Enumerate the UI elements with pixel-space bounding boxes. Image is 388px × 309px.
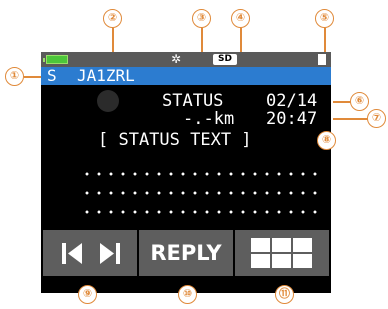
callout-1-leader <box>24 76 41 78</box>
callout-5: ⑤ <box>315 9 334 28</box>
menu-grid-icon <box>251 238 313 268</box>
button-bar: REPLY <box>41 227 331 293</box>
satellite-icon: ✲ <box>171 52 182 66</box>
callout-1: ① <box>5 67 24 86</box>
date: 02/14 <box>266 91 318 111</box>
message-line-2 <box>81 191 321 195</box>
callout-10: ⑩ <box>178 285 197 304</box>
prev-next-icon <box>62 243 120 264</box>
callout-9: ⑨ <box>78 285 97 304</box>
callout-8: ⑧ <box>317 131 336 150</box>
status-text: [ STATUS TEXT ] <box>98 130 252 150</box>
menu-button[interactable] <box>235 230 329 276</box>
reply-button[interactable]: REPLY <box>139 230 233 276</box>
sd-card-icon: SD <box>213 54 237 65</box>
prev-next-button[interactable] <box>43 230 137 276</box>
title-bar: S JA1ZRL <box>41 67 331 85</box>
document-icon <box>318 54 326 65</box>
callout-4: ④ <box>231 9 250 28</box>
device-screen: ✲ SD S JA1ZRL STATUS 02/14 -.-km 20:47 [… <box>41 52 331 293</box>
distance: -.-km <box>183 109 235 129</box>
callsign: JA1ZRL <box>77 66 135 85</box>
message-line-1 <box>81 172 321 176</box>
callout-6-leader <box>333 101 351 103</box>
status-label: STATUS <box>162 91 224 111</box>
time: 20:47 <box>266 109 318 129</box>
battery-icon <box>43 55 68 64</box>
callout-7: ⑦ <box>367 109 386 128</box>
reply-label: REPLY <box>150 241 222 265</box>
avatar <box>97 90 119 112</box>
callout-2: ② <box>103 9 122 28</box>
callout-3: ③ <box>192 9 211 28</box>
mode-indicator: S <box>47 66 57 85</box>
message-line-3 <box>81 210 321 214</box>
callout-6: ⑥ <box>350 92 369 111</box>
status-bar: ✲ SD <box>41 52 331 67</box>
callout-11: ⑪ <box>275 285 294 304</box>
